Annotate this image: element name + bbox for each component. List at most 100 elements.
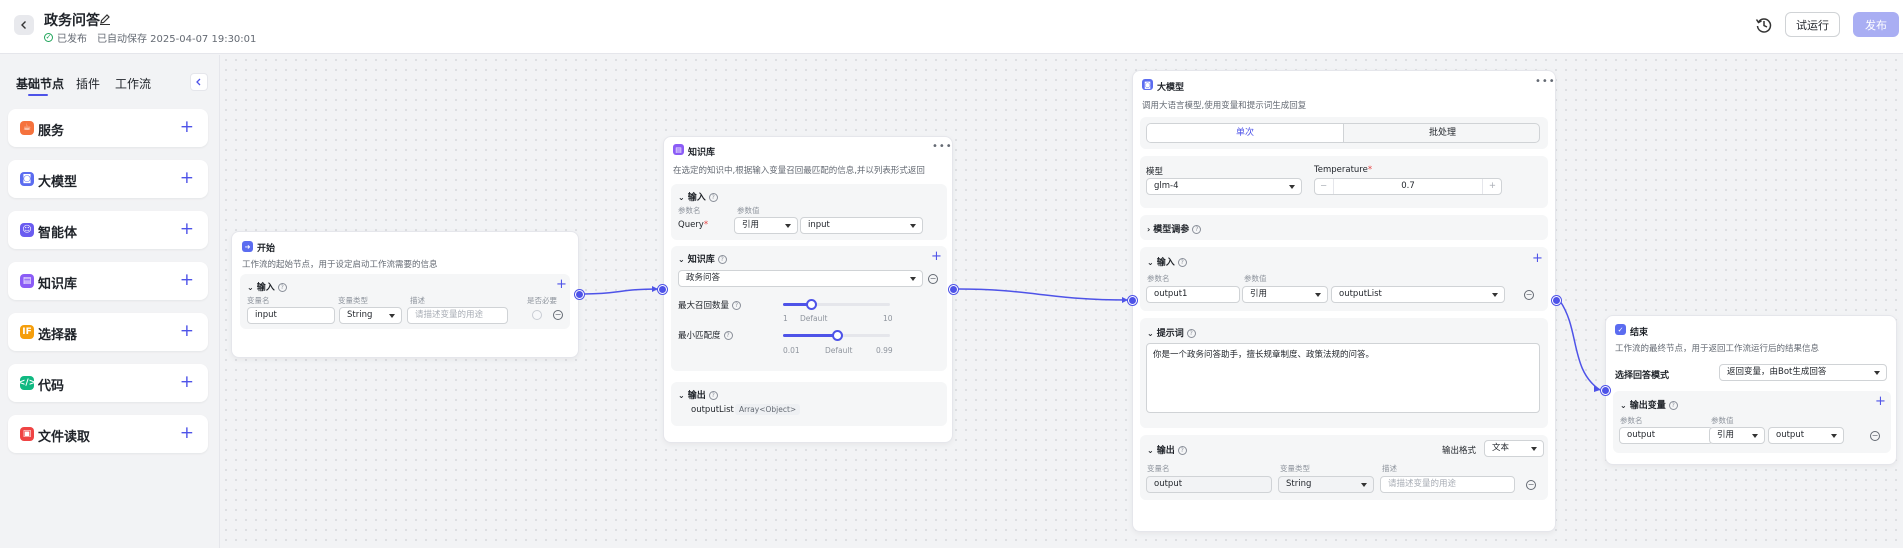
remove-output-button[interactable]: − [1870,431,1880,441]
tab-batch[interactable]: 批处理 [1344,124,1539,142]
node-title: 知识库 [688,148,716,158]
tab-workflows[interactable]: 工作流 [115,75,151,92]
output-type-select[interactable]: String [1278,476,1374,493]
end-node[interactable]: ✓ 结束 工作流的最终节点，用于返回工作流运行后的结果信息 选择回答模式 返回变… [1605,315,1897,465]
sidebar-item-knowledge[interactable]: ▤ 知识库 + [8,262,208,300]
output-value-select[interactable]: output [1768,427,1844,444]
add-icon[interactable]: + [180,423,194,443]
add-input-button[interactable]: + [556,278,567,291]
output-section-title[interactable]: ⌄ 输出? [678,388,718,401]
input-param-name[interactable]: output1 [1146,286,1240,303]
collapse-sidebar-button[interactable] [190,73,208,91]
llm-input-port[interactable] [1128,296,1137,305]
answer-mode-select[interactable]: 返回变量，由Bot生成回答 [1719,364,1887,381]
max-recall-knob[interactable] [806,299,817,310]
model-select[interactable]: glm-4 [1146,178,1302,195]
sidebar-item-service[interactable]: ☕ 服务 + [8,109,208,147]
required-checkbox[interactable] [532,310,542,320]
knowledge-output-section: ⌄ 输出? outputList Array<Object> [671,382,947,426]
slider-default-label: Default [800,314,828,323]
input-section-title[interactable]: ⌄ 输入? [678,190,718,203]
end-output-section: ⌄ 输出变量? + 参数名 参数值 output 引用 output − [1613,391,1891,453]
knowledge-base-select[interactable]: 政务问答 [678,270,923,287]
output-description-input[interactable]: 请描述变量的用途 [1380,476,1515,493]
sidebar-item-file-read[interactable]: ▣ 文件读取 + [8,415,208,453]
knowledge-node[interactable]: ▤ 知识库 ••• 在选定的知识中,根据输入变量召回最匹配的信息,并以列表形式返… [663,136,953,443]
query-value-select[interactable]: input [800,217,923,234]
input-section-title[interactable]: ⌄ 输入? [1147,255,1187,268]
tab-single[interactable]: 单次 [1147,124,1344,142]
add-input-button[interactable]: + [1532,252,1543,265]
start-output-port[interactable] [575,290,584,299]
kb-section-title[interactable]: ⌄ 知识库? [678,252,727,265]
output-ref-select[interactable]: 引用 [1709,427,1765,444]
min-match-knob[interactable] [832,330,843,341]
column-header: 变量名 [247,296,270,305]
sidebar-item-label: 知识库 [38,277,78,292]
remove-variable-button[interactable]: − [553,310,563,320]
edit-icon[interactable] [98,12,112,26]
remove-input-button[interactable]: − [1524,290,1534,300]
model-tuning-section[interactable]: › 模型调参? [1140,215,1548,240]
add-output-button[interactable]: + [1875,395,1886,408]
knowledge-output-port[interactable] [949,285,958,294]
remove-output-button[interactable]: − [1526,480,1536,490]
decrement-icon[interactable]: − [1320,179,1327,194]
add-knowledge-button[interactable]: + [931,250,942,263]
run-mode-section: 单次 批处理 [1140,117,1548,149]
agent-icon: ☺ [20,223,34,237]
publish-status: 已发布 [57,34,87,45]
sidebar-item-label: 文件读取 [38,430,91,445]
check-circle-icon: ✓ [44,33,53,42]
sidebar-item-code[interactable]: </> 代码 + [8,364,208,402]
model-tuning-title[interactable]: › 模型调参? [1147,222,1202,235]
sidebar-item-agent[interactable]: ☺ 智能体 + [8,211,208,249]
column-header: 描述 [410,296,425,305]
tab-basic-nodes[interactable]: 基础节点 [16,75,64,92]
sidebar-item-label: 大模型 [38,175,78,190]
input-ref-select[interactable]: 引用 [1242,286,1328,303]
more-options-icon[interactable]: ••• [1535,76,1556,87]
sidebar-item-llm[interactable]: ◙ 大模型 + [8,160,208,198]
publish-button[interactable]: 发布 [1853,12,1899,37]
sidebar-item-selector[interactable]: IF 选择器 + [8,313,208,351]
variable-type-select[interactable]: String [339,307,402,324]
increment-icon[interactable]: + [1489,179,1496,194]
temperature-stepper[interactable]: − 0.7 + [1314,178,1502,195]
help-icon: ? [732,301,742,310]
prompt-textarea[interactable]: 你是一个政务问答助手，擅长规章制度、政策法规的问答。 [1146,343,1540,413]
output-type-badge: Array<Object> [735,404,801,415]
add-icon[interactable]: + [180,117,194,137]
test-run-button[interactable]: 试运行 [1785,12,1840,37]
variable-description-input[interactable]: 请描述变量的用途 [407,307,508,324]
output-variables-title[interactable]: ⌄ 输出变量? [1620,398,1678,411]
input-section-title[interactable]: ⌄ 输入? [247,280,287,293]
add-icon[interactable]: + [180,270,194,290]
knowledge-input-port[interactable] [658,285,667,294]
back-button[interactable] [14,15,34,35]
variable-name-input[interactable]: input [247,307,335,324]
add-icon[interactable]: + [180,219,194,239]
history-icon[interactable] [1754,15,1774,35]
tab-plugins[interactable]: 插件 [76,75,100,92]
start-node[interactable]: ➜ 开始 工作流的起始节点，用于设定启动工作流需要的信息 ⌄ 输入? + 变量名 … [231,231,579,358]
prompt-section-title[interactable]: ⌄ 提示词? [1147,326,1196,339]
add-icon[interactable]: + [180,372,194,392]
service-icon: ☕ [20,121,34,135]
end-input-port[interactable] [1601,386,1610,395]
output-param-name[interactable]: output [1619,427,1713,444]
input-value-select[interactable]: outputList [1331,286,1505,303]
more-options-icon[interactable]: ••• [932,141,953,152]
add-icon[interactable]: + [180,321,194,341]
remove-knowledge-button[interactable]: − [928,274,938,284]
query-ref-select[interactable]: 引用 [734,217,798,234]
add-icon[interactable]: + [180,168,194,188]
llm-node[interactable]: ◙ 大模型 ••• 调用大语言模型,使用变量和提示词生成回复 单次 批处理 模型… [1132,70,1556,532]
output-section-title[interactable]: ⌄ 输出? [1147,443,1187,456]
node-description: 调用大语言模型,使用变量和提示词生成回复 [1142,101,1307,111]
output-format-select[interactable]: 文本 [1484,440,1544,457]
chevron-down-icon [1492,293,1498,297]
temperature-value[interactable]: 0.7 [1401,181,1415,191]
min-match-label: 最小匹配度? [678,329,733,341]
llm-output-port[interactable] [1552,296,1561,305]
